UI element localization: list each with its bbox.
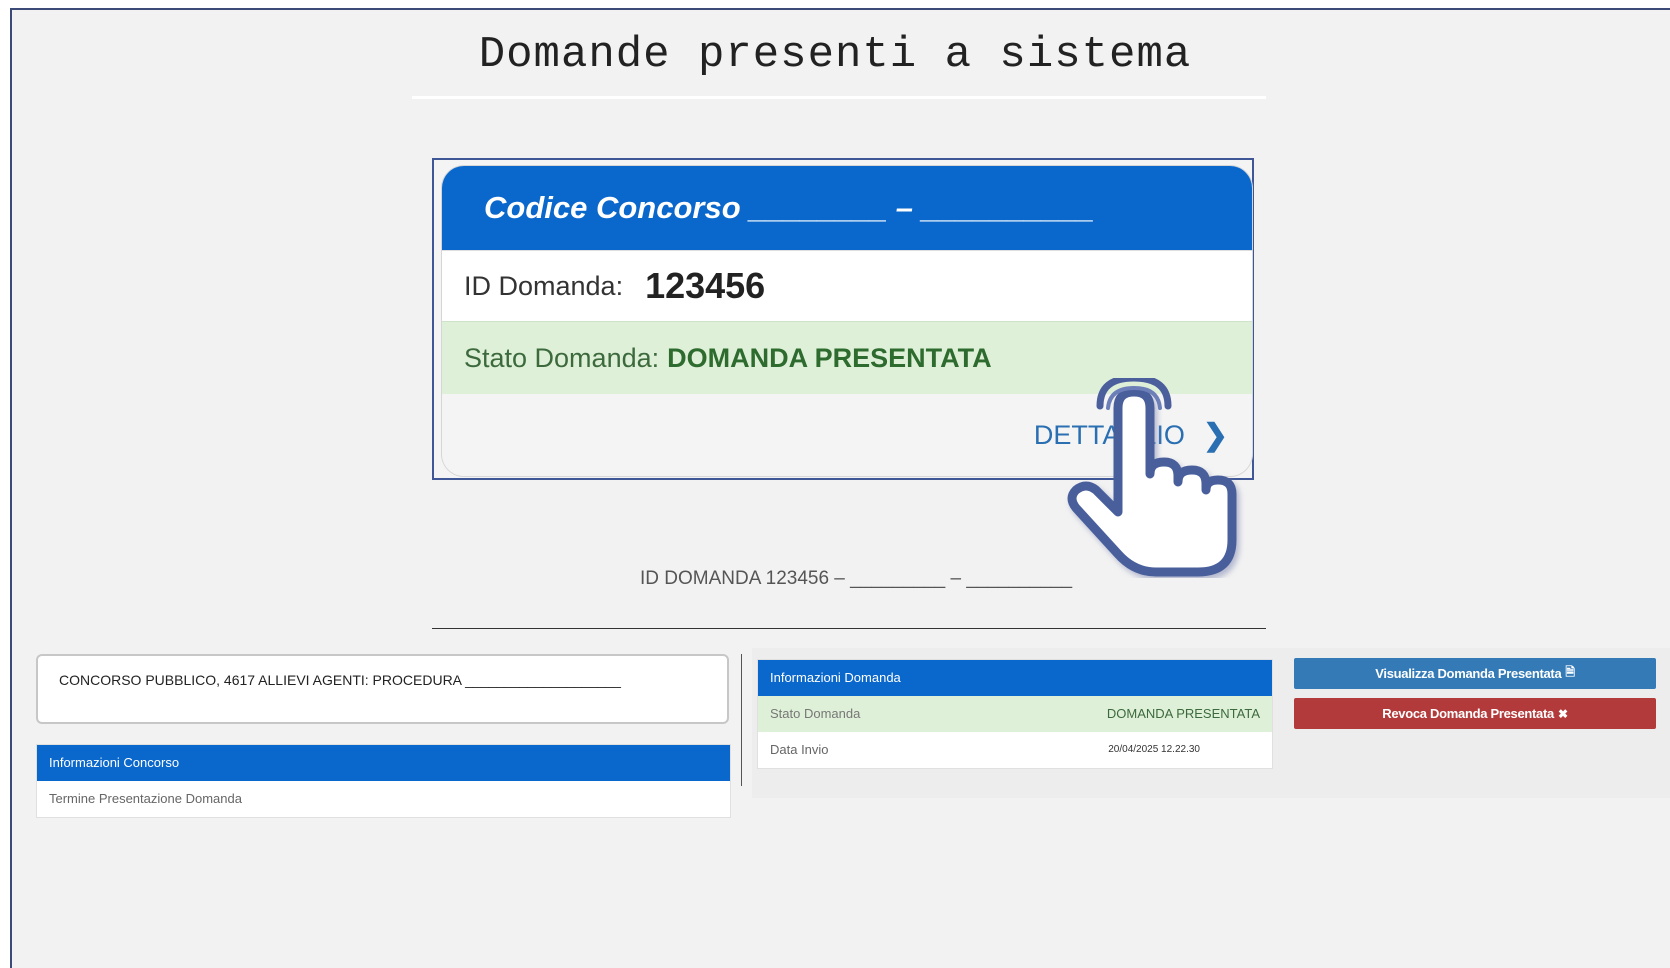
card-id-label: ID Domanda: — [464, 270, 624, 301]
competition-info-row: Termine Presentazione Domanda — [37, 781, 730, 817]
revoke-application-button[interactable]: Revoca Domanda Presentata ✖ — [1294, 698, 1656, 729]
page-frame — [10, 8, 1670, 968]
competition-info-panel: Informazioni Concorso Termine Presentazi… — [36, 744, 731, 818]
column-separator — [741, 654, 742, 786]
deadline-label: Termine Presentazione Domanda — [49, 791, 242, 806]
close-circle-icon: ✖ — [1557, 706, 1568, 721]
application-status-row: Stato Domanda DOMANDA PRESENTATA — [758, 696, 1272, 732]
application-status-value: DOMANDA PRESENTATA — [1106, 706, 1260, 721]
document-icon: 🗎 — [1565, 665, 1575, 679]
card-id-value: 123456 — [645, 265, 766, 306]
card-status-value: DOMANDA PRESENTATA — [667, 342, 992, 373]
application-status-label: Stato Domanda — [770, 706, 861, 721]
card-header: Codice Concorso ________ – __________ — [442, 166, 1252, 250]
submission-date-row: Data Invio 20/04/2025 12.22.30 — [758, 732, 1272, 768]
section-divider — [432, 628, 1266, 629]
card-status-label: Stato Domanda: — [464, 342, 660, 373]
competition-title: CONCORSO PUBBLICO, 4617 ALLIEVI AGENTI: … — [59, 672, 621, 688]
view-application-label: Visualizza Domanda Presentata — [1375, 666, 1562, 681]
application-info-panel: Informazioni Domanda Stato Domanda DOMAN… — [757, 659, 1273, 769]
application-id-line: ID DOMANDA 123456 – _________ – ________… — [640, 568, 1073, 589]
competition-title-box: CONCORSO PUBBLICO, 4617 ALLIEVI AGENTI: … — [36, 654, 729, 724]
card-id-row: ID Domanda: 123456 — [442, 250, 1252, 321]
application-info-header: Informazioni Domanda — [758, 660, 1272, 696]
revoke-application-label: Revoca Domanda Presentata — [1382, 706, 1554, 721]
submission-date-label: Data Invio — [770, 742, 829, 757]
submission-date-value: 20/04/2025 12.22.30 — [1108, 744, 1200, 755]
competition-info-header: Informazioni Concorso — [37, 745, 730, 781]
title-divider — [412, 96, 1266, 99]
page-title: Domande presenti a sistema — [478, 30, 1192, 80]
hand-pointer-icon — [1067, 378, 1237, 577]
view-application-button[interactable]: Visualizza Domanda Presentata 🗎 — [1294, 658, 1656, 689]
